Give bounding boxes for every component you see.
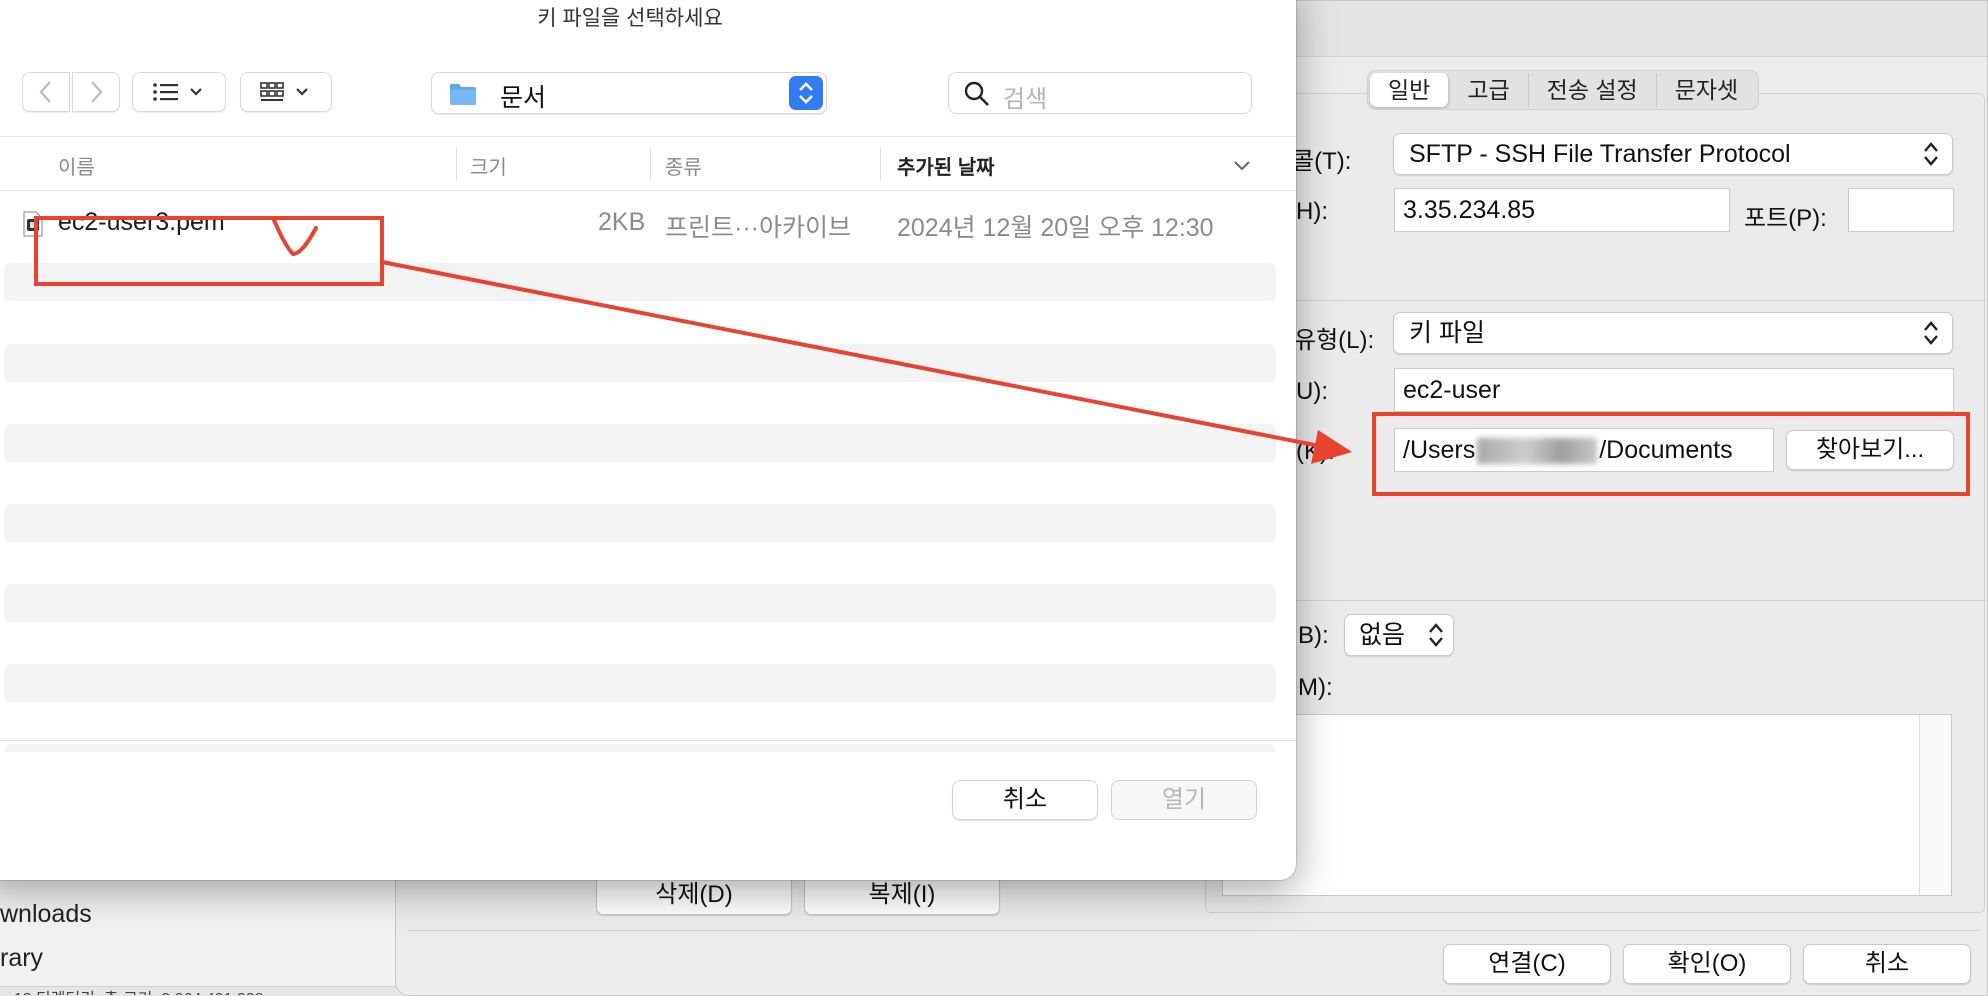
tab-transfer-settings[interactable]: 전송 설정	[1529, 73, 1657, 107]
column-size[interactable]: 크기	[470, 151, 507, 180]
comments-textarea[interactable]	[1222, 714, 1952, 896]
file-name: ec2-user3.pem	[58, 208, 225, 236]
grid-view-icon	[260, 82, 308, 101]
cancel-button[interactable]: 취소	[952, 780, 1098, 820]
separator	[408, 930, 1980, 931]
finder-row-downloads[interactable]: wnloads	[0, 900, 92, 929]
pem-file-icon	[23, 211, 43, 237]
keyfile-path-suffix: /Documents	[1599, 436, 1733, 464]
port-input[interactable]	[1848, 188, 1954, 232]
back-button[interactable]	[22, 72, 70, 112]
tab-charset[interactable]: 문자셋	[1657, 73, 1756, 107]
file-date-added: 2024년 12월 20일 오후 12:30	[897, 214, 1214, 242]
separator	[1296, 300, 1986, 301]
footer-separator	[0, 740, 1296, 741]
settings-tabs: 일반 고급 전송 설정 문자셋	[1367, 70, 1760, 110]
connect-button[interactable]: 연결(C)	[1443, 944, 1611, 984]
background-finder: wnloads rary ~ 13 디렉터리, 총 크기: 3,964,401,…	[0, 860, 420, 996]
protocol-value: SFTP - SSH File Transfer Protocol	[1409, 140, 1791, 168]
empty-row	[4, 664, 1276, 702]
browse-button[interactable]: 찾아보기...	[1786, 430, 1954, 470]
delete-site-button[interactable]: 삭제(D)	[596, 875, 792, 915]
bg-color-select[interactable]: 없음	[1344, 614, 1454, 656]
search-placeholder: 검색	[1003, 86, 1048, 113]
host-input[interactable]: 3.35.234.85	[1394, 188, 1730, 232]
keyfile-path-input[interactable]: /Users/Documents	[1394, 428, 1774, 472]
redacted-username	[1477, 438, 1598, 465]
logon-type-select[interactable]: 키 파일	[1393, 312, 1953, 354]
keyfile-label: (K):	[1296, 438, 1335, 465]
tab-advanced[interactable]: 고급	[1449, 73, 1529, 107]
chevron-down-icon[interactable]	[1232, 159, 1252, 173]
open-button[interactable]: 열기	[1111, 780, 1257, 820]
column-name[interactable]: 이름	[58, 151, 95, 180]
finder-row-library[interactable]: rary	[0, 944, 43, 973]
location-stepper[interactable]	[789, 76, 823, 110]
column-divider[interactable]	[456, 147, 457, 181]
grid-view-button[interactable]	[240, 72, 332, 112]
separator	[1296, 600, 1986, 601]
host-label: H):	[1296, 198, 1328, 225]
column-divider[interactable]	[880, 147, 881, 181]
dialog-title: 키 파일을 선택하세요	[537, 7, 723, 30]
logon-type-value: 키 파일	[1409, 319, 1485, 347]
tab-general[interactable]: 일반	[1370, 73, 1450, 107]
protocol-label: 콜(T):	[1292, 148, 1352, 175]
logon-type-label: 유형(L):	[1294, 327, 1375, 354]
user-input[interactable]: ec2-user	[1394, 368, 1954, 412]
list-view-button[interactable]	[132, 72, 226, 112]
column-date-added[interactable]: 추가된 날짜	[897, 151, 995, 180]
column-divider[interactable]	[650, 147, 651, 181]
empty-row	[4, 263, 1276, 301]
bg-color-label: B):	[1298, 622, 1329, 649]
up-down-arrows-icon	[1924, 142, 1938, 166]
file-row[interactable]: ec2-user3.pem 2KB 프린트···아카이브 2024년 12월 2…	[0, 199, 1296, 249]
finder-status-bar: ~ 13 디렉터리, 총 크기: 3,964,401,338	[0, 986, 420, 996]
up-down-arrows-icon	[1429, 623, 1443, 647]
up-down-arrows-icon	[1924, 321, 1938, 345]
empty-row	[4, 584, 1276, 622]
keyfile-path-prefix: /Users	[1403, 436, 1476, 464]
bg-color-value: 없음	[1359, 621, 1406, 649]
file-size: 2KB	[598, 208, 646, 236]
cancel-site-button[interactable]: 취소	[1803, 944, 1971, 984]
empty-row	[4, 424, 1276, 462]
folder-icon	[450, 84, 476, 105]
protocol-select[interactable]: SFTP - SSH File Transfer Protocol	[1393, 133, 1953, 175]
column-kind[interactable]: 종류	[665, 151, 702, 180]
ok-button[interactable]: 확인(O)	[1623, 944, 1791, 984]
chevron-left-icon	[39, 81, 51, 103]
up-down-arrows-icon	[799, 82, 813, 104]
user-label: U):	[1296, 378, 1328, 405]
empty-row	[4, 504, 1276, 542]
search-icon	[964, 81, 989, 106]
empty-row	[4, 744, 1276, 752]
list-view-icon	[153, 83, 202, 101]
file-list-header: 이름 크기 종류 추가된 날짜	[0, 136, 1296, 191]
comments-label: M):	[1298, 674, 1333, 701]
finder-status-text: ~ 13 디렉터리, 총 크기: 3,964,401,338	[0, 985, 420, 995]
chevron-right-icon	[91, 81, 103, 103]
location-popup[interactable]: 문서	[431, 72, 827, 114]
search-input[interactable]: 검색	[948, 72, 1252, 114]
location-label: 문서	[500, 84, 547, 112]
file-kind: 프린트···아카이브	[665, 214, 851, 242]
forward-button[interactable]	[72, 72, 120, 112]
open-file-dialog: 키 파일을 선택하세요 문서 검색 이름 크기 종류 추가된 날짜 ec2-us…	[0, 0, 1296, 880]
port-label: 포트(P):	[1744, 205, 1827, 232]
comments-scrollbar[interactable]	[1919, 715, 1951, 895]
empty-row	[4, 344, 1276, 382]
duplicate-site-button[interactable]: 복제(I)	[804, 875, 1000, 915]
